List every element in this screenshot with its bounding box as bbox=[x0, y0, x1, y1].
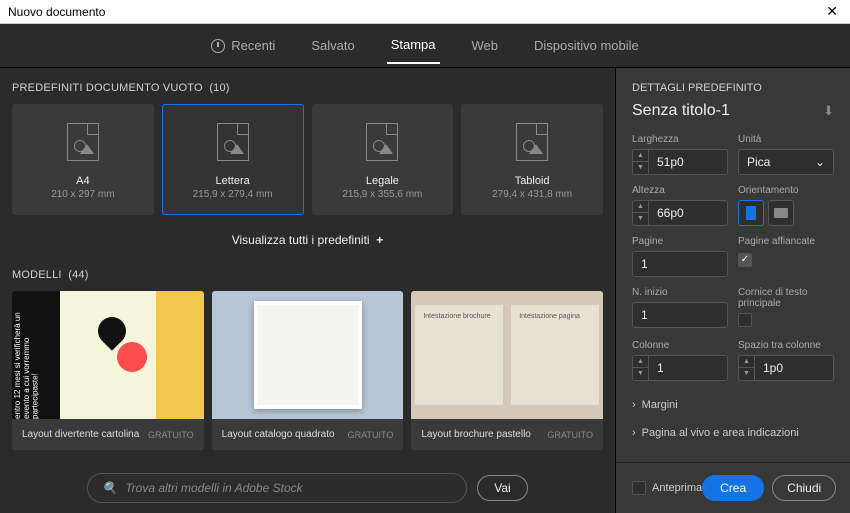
preset-tabloid[interactable]: Tabloid 279,4 x 431,8 mm bbox=[461, 104, 603, 215]
preset-size: 215,9 x 279,4 mm bbox=[193, 189, 273, 200]
preview-checkbox[interactable] bbox=[632, 481, 646, 495]
tab-saved-label: Salvato bbox=[311, 38, 354, 53]
template-thumbnail: Intestazione brochureIntestazione pagina bbox=[411, 291, 603, 419]
gutter-input[interactable]: ▲▼ 1p0 bbox=[738, 355, 834, 381]
template-name: Layout brochure pastello bbox=[421, 429, 531, 440]
start-number-label: N. inizio bbox=[632, 287, 728, 298]
stepper-icon[interactable]: ▲▼ bbox=[739, 356, 755, 380]
tab-print[interactable]: Stampa bbox=[387, 27, 440, 64]
start-number-input[interactable]: 1 bbox=[632, 302, 728, 328]
preset-name: Lettera bbox=[216, 175, 250, 187]
stock-search-input[interactable]: 🔍 Trova altri modelli in Adobe Stock bbox=[87, 473, 467, 503]
orientation-landscape[interactable] bbox=[768, 200, 794, 226]
left-panel: PREDEFINITI DOCUMENTO VUOTO (10) A4 210 … bbox=[0, 68, 615, 513]
template-thumbnail bbox=[212, 291, 404, 419]
preset-size: 279,4 x 431,8 mm bbox=[492, 189, 572, 200]
preset-legal[interactable]: Legale 215,9 x 355,6 mm bbox=[312, 104, 454, 215]
facing-pages-checkbox[interactable]: ✓ bbox=[738, 253, 752, 267]
create-button[interactable]: Crea bbox=[702, 475, 764, 501]
width-label: Larghezza bbox=[632, 134, 728, 145]
preview-label: Anteprima bbox=[652, 482, 702, 494]
tab-web-label: Web bbox=[472, 38, 499, 53]
orientation-portrait[interactable] bbox=[738, 200, 764, 226]
search-placeholder: Trova altri modelli in Adobe Stock bbox=[125, 481, 302, 495]
details-heading: DETTAGLI PREDEFINITO bbox=[632, 82, 834, 94]
tab-recent-label: Recenti bbox=[231, 38, 275, 53]
category-tabs: Recenti Salvato Stampa Web Dispositivo m… bbox=[0, 24, 850, 68]
search-icon: 🔍 bbox=[102, 481, 117, 495]
template-name: Layout divertente cartolina bbox=[22, 429, 139, 440]
clock-icon bbox=[211, 39, 225, 53]
preset-name: Tabloid bbox=[515, 175, 550, 187]
free-badge: GRATUITO bbox=[348, 430, 394, 440]
stepper-icon[interactable]: ▲▼ bbox=[633, 356, 649, 380]
width-input[interactable]: ▲▼ 51p0 bbox=[632, 149, 728, 175]
free-badge: GRATUITO bbox=[547, 430, 593, 440]
template-card[interactable]: Intestazione brochureIntestazione pagina… bbox=[411, 291, 603, 450]
presets-heading: PREDEFINITI DOCUMENTO VUOTO (10) bbox=[12, 82, 603, 94]
margins-accordion[interactable]: › Margini bbox=[632, 391, 834, 419]
template-card[interactable]: Layout catalogo quadrato GRATUITO bbox=[212, 291, 404, 450]
free-badge: GRATUITO bbox=[148, 430, 194, 440]
columns-label: Colonne bbox=[632, 340, 728, 351]
unit-label: Unità bbox=[738, 134, 834, 145]
orientation-label: Orientamento bbox=[738, 185, 834, 196]
stepper-icon[interactable]: ▲▼ bbox=[633, 201, 649, 225]
view-all-presets[interactable]: Visualizza tutti i predefiniti + bbox=[12, 233, 603, 247]
models-heading: MODELLI (44) bbox=[12, 269, 603, 281]
template-name: Layout catalogo quadrato bbox=[222, 429, 335, 440]
window-title: Nuovo documento bbox=[8, 5, 105, 19]
preset-a4[interactable]: A4 210 x 297 mm bbox=[12, 104, 154, 215]
tab-print-label: Stampa bbox=[391, 37, 436, 52]
height-input[interactable]: ▲▼ 66p0 bbox=[632, 200, 728, 226]
preset-name: A4 bbox=[76, 175, 89, 187]
preset-size: 210 x 297 mm bbox=[51, 189, 114, 200]
tab-mobile[interactable]: Dispositivo mobile bbox=[530, 28, 643, 63]
pages-input[interactable]: 1 bbox=[632, 251, 728, 277]
stepper-icon[interactable]: ▲▼ bbox=[633, 150, 649, 174]
template-card[interactable]: entro 12 mesi si verificherà un evento a… bbox=[12, 291, 204, 450]
close-icon[interactable]: ✕ bbox=[822, 3, 842, 20]
preset-letter[interactable]: Lettera 215,9 x 279,4 mm bbox=[162, 104, 304, 215]
primary-text-frame-label: Cornice di testo principale bbox=[738, 287, 834, 309]
unit-select[interactable]: Pica ⌄ bbox=[738, 149, 834, 175]
template-thumbnail: entro 12 mesi si verificherà un evento a… bbox=[12, 291, 204, 419]
tab-web[interactable]: Web bbox=[468, 28, 503, 63]
gutter-label: Spazio tra colonne bbox=[738, 340, 834, 351]
bleed-accordion[interactable]: › Pagina al vivo e area indicazioni bbox=[632, 419, 834, 447]
tab-saved[interactable]: Salvato bbox=[307, 28, 358, 63]
close-button[interactable]: Chiudi bbox=[772, 475, 836, 501]
chevron-down-icon: ⌄ bbox=[815, 155, 825, 169]
facing-pages-label: Pagine affiancate bbox=[738, 236, 834, 247]
document-name[interactable]: Senza titolo-1 bbox=[632, 102, 730, 120]
preset-size: 215,9 x 355,6 mm bbox=[342, 189, 422, 200]
preset-details-panel: DETTAGLI PREDEFINITO Senza titolo-1 ⬇ La… bbox=[615, 68, 850, 513]
columns-input[interactable]: ▲▼ 1 bbox=[632, 355, 728, 381]
tab-recent[interactable]: Recenti bbox=[207, 28, 279, 63]
height-label: Altezza bbox=[632, 185, 728, 196]
primary-text-frame-checkbox[interactable] bbox=[738, 313, 752, 327]
page-icon bbox=[516, 123, 548, 161]
titlebar: Nuovo documento ✕ bbox=[0, 0, 850, 24]
page-icon bbox=[217, 123, 249, 161]
tab-mobile-label: Dispositivo mobile bbox=[534, 38, 639, 53]
preset-name: Legale bbox=[366, 175, 399, 187]
pages-label: Pagine bbox=[632, 236, 728, 247]
page-icon bbox=[366, 123, 398, 161]
search-go-button[interactable]: Vai bbox=[477, 475, 527, 501]
chevron-right-icon: › bbox=[632, 399, 636, 411]
save-preset-icon[interactable]: ⬇ bbox=[823, 103, 834, 119]
chevron-right-icon: › bbox=[632, 427, 636, 439]
page-icon bbox=[67, 123, 99, 161]
